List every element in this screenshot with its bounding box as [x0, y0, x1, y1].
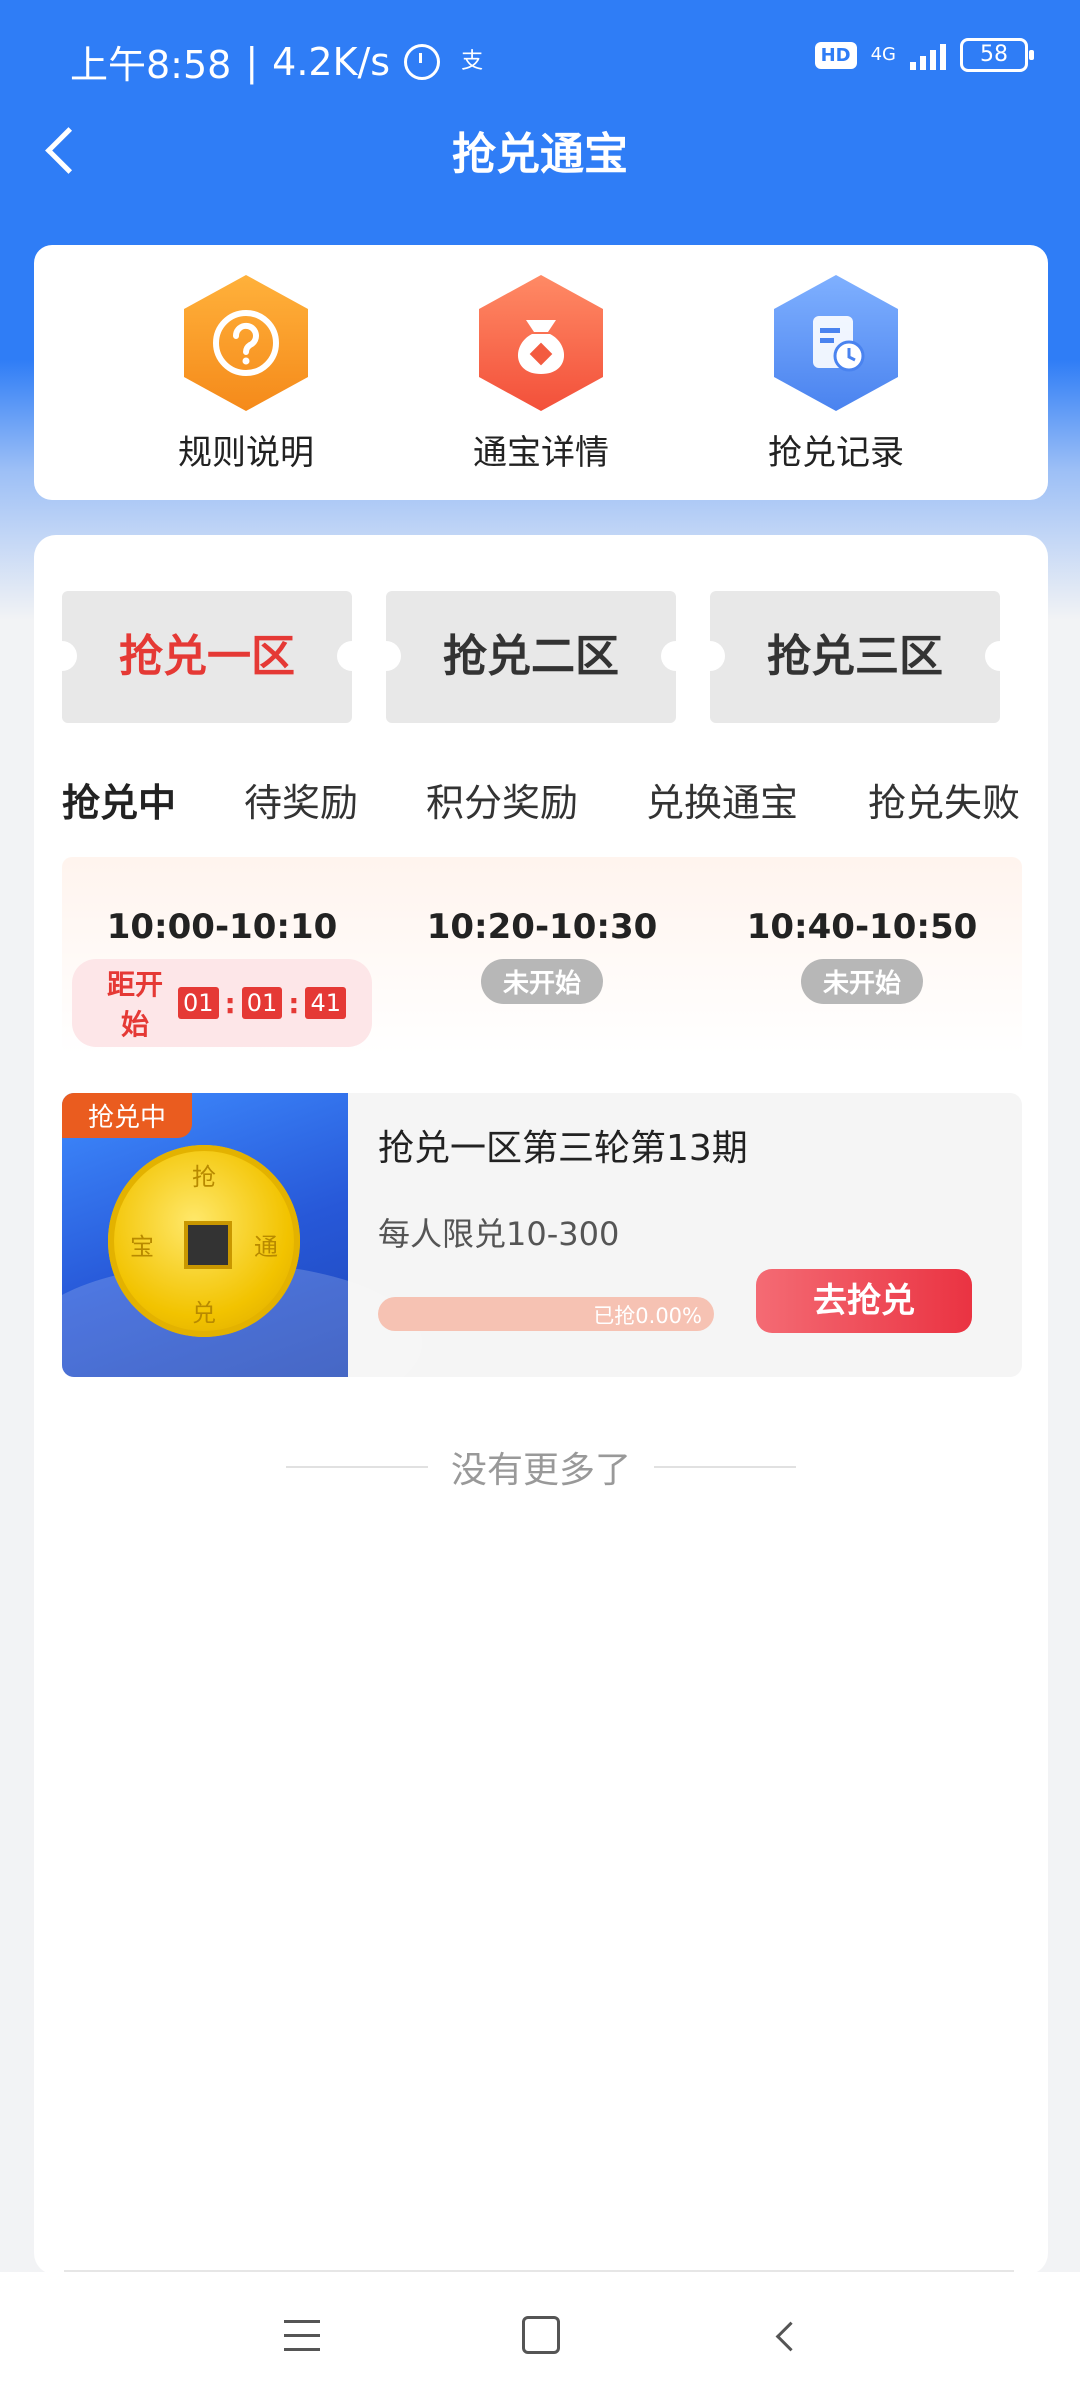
time-slot[interactable]: 10:20-10:30 未开始 — [392, 907, 692, 1004]
home-icon[interactable] — [522, 2316, 560, 2354]
menu-card: 规则说明 通宝详情 抢兑记录 — [34, 245, 1048, 500]
product-limit: 每人限兑10-300 — [378, 1215, 620, 1253]
time-slot[interactable]: 10:40-10:50 未开始 — [712, 907, 1012, 1004]
status-badge: 未开始 — [800, 959, 923, 1004]
status-bar: 上午8:58 | 4.2K/s 支 HD 4G 58 — [0, 0, 1080, 116]
menu-label: 抢兑记录 — [768, 433, 904, 473]
record-clock-icon — [774, 275, 898, 411]
divider-line — [285, 1466, 428, 1468]
signal-icon — [910, 40, 946, 70]
status-right: HD 4G 58 — [814, 38, 1034, 72]
status-left: 上午8:58 | 4.2K/s 支 — [70, 34, 490, 89]
status-ribbon: 抢兑中 — [62, 1093, 193, 1138]
countdown-hours: 01 — [177, 987, 219, 1019]
tab-points-reward[interactable]: 积分奖励 — [426, 772, 578, 827]
status-separator: | — [245, 39, 259, 84]
hd-icon: HD — [814, 41, 857, 69]
back-nav-icon[interactable] — [770, 2320, 800, 2350]
product-card[interactable]: 抢 宝 通 兑 抢兑中 抢兑一区第三轮第13期 每人限兑10-300 已抢0.0… — [62, 1093, 1022, 1377]
status-badge: 未开始 — [480, 959, 603, 1004]
menu-item-records[interactable]: 抢兑记录 — [706, 275, 966, 485]
network-type: 4G — [870, 44, 896, 65]
tab-grabbing[interactable]: 抢兑中 — [62, 772, 176, 827]
time-range: 10:40-10:50 — [746, 907, 978, 947]
progress-bar: 已抢0.00% — [378, 1297, 714, 1331]
status-time: 上午8:58 — [70, 43, 232, 87]
battery-icon: 58 — [960, 38, 1034, 72]
app-notification-icon: 支 — [461, 48, 484, 74]
money-bag-icon — [479, 275, 603, 411]
coin-char-top: 抢 — [192, 1163, 216, 1191]
no-more-text: 没有更多了 — [450, 1450, 631, 1491]
coin-icon: 抢 宝 通 兑 — [108, 1145, 300, 1337]
menu-icon[interactable] — [284, 2320, 320, 2352]
product-title: 抢兑一区第三轮第13期 — [378, 1128, 748, 1169]
time-range: 10:20-10:30 — [426, 907, 658, 947]
tab-exchange-coin[interactable]: 兑换通宝 — [646, 772, 798, 827]
zone-tab-1[interactable]: 抢兑一区 — [62, 591, 352, 723]
status-speed: 4.2K/s — [272, 39, 391, 84]
time-slot-panel: 10:00-10:10 距开始 01: 01: 41 10:20-10:30 未… — [62, 857, 1022, 1055]
question-icon — [184, 275, 308, 411]
coin-char-right: 通 — [254, 1233, 278, 1261]
menu-label: 通宝详情 — [473, 433, 609, 473]
grab-button[interactable]: 去抢兑 — [756, 1269, 972, 1333]
time-slot[interactable]: 10:00-10:10 距开始 01: 01: 41 — [72, 907, 372, 1047]
alarm-icon — [404, 43, 441, 80]
tab-pending-reward[interactable]: 待奖励 — [244, 772, 358, 827]
countdown-label: 距开始 — [106, 968, 163, 1041]
time-range: 10:00-10:10 — [106, 907, 338, 947]
zone-tab-2[interactable]: 抢兑二区 — [386, 591, 676, 723]
system-nav-bar — [0, 2272, 1080, 2400]
countdown-badge: 距开始 01: 01: 41 — [72, 959, 372, 1047]
zone-tab-3[interactable]: 抢兑三区 — [710, 591, 1000, 723]
menu-label: 规则说明 — [178, 433, 314, 473]
coin-char-left: 宝 — [130, 1233, 154, 1261]
no-more-indicator: 没有更多了 — [34, 1441, 1048, 1493]
product-image: 抢 宝 通 兑 抢兑中 — [62, 1093, 422, 1377]
progress-text: 已抢0.00% — [593, 1304, 702, 1328]
status-tabs: 抢兑中 待奖励 积分奖励 兑换通宝 抢兑失败 — [62, 772, 1052, 842]
coin-hole — [184, 1221, 232, 1269]
menu-item-rules[interactable]: 规则说明 — [116, 275, 376, 485]
page-title: 抢兑通宝 — [452, 129, 628, 180]
countdown-minutes: 01 — [241, 987, 283, 1019]
divider-line — [654, 1466, 797, 1468]
menu-item-coin-details[interactable]: 通宝详情 — [411, 275, 671, 485]
main-card: 抢兑一区 抢兑二区 抢兑三区 抢兑中 待奖励 积分奖励 兑换通宝 抢兑失败 10… — [34, 535, 1048, 2275]
countdown-seconds: 41 — [305, 987, 346, 1019]
tab-failed[interactable]: 抢兑失败 — [868, 772, 1020, 827]
coin-char-bottom: 兑 — [192, 1299, 216, 1327]
